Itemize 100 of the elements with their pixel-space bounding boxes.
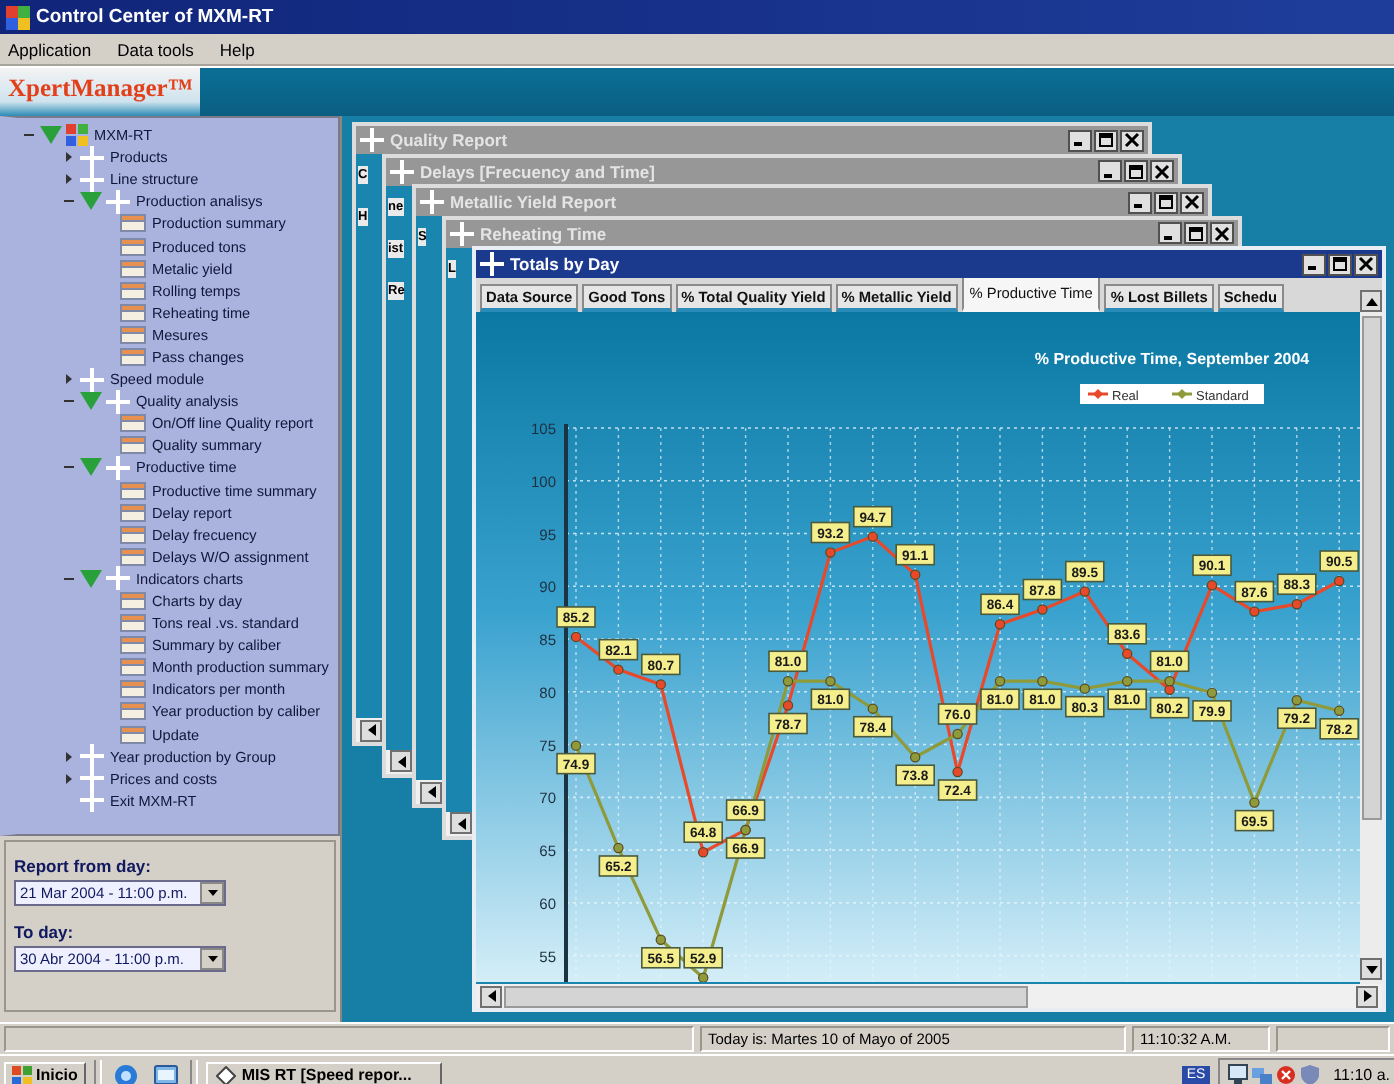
scroll-left-button[interactable] <box>360 719 382 741</box>
close-button[interactable] <box>1120 129 1144 151</box>
window-title: Totals by Day <box>510 254 622 274</box>
arrow-left-icon <box>457 817 465 829</box>
data-point <box>613 842 624 854</box>
monitor-icon[interactable] <box>1227 1064 1248 1084</box>
data-point <box>613 664 624 675</box>
data-point <box>1122 676 1133 687</box>
maximize-icon <box>1158 194 1174 210</box>
close-button[interactable] <box>1150 160 1174 182</box>
data-point <box>1291 695 1302 706</box>
maximize-button[interactable] <box>1124 160 1148 182</box>
cross-icon <box>80 788 104 813</box>
logo: XpertManager™ <box>0 68 200 116</box>
window-icon <box>120 481 146 500</box>
minimize-button[interactable] <box>1158 222 1182 244</box>
window-title: Delays [Frecuency and Time] <box>420 161 657 181</box>
scroll-left-button[interactable] <box>480 985 502 1007</box>
window-title: Quality Report <box>390 130 510 150</box>
scroll-thumb[interactable] <box>1361 316 1381 820</box>
windows-flag-icon <box>12 1065 32 1084</box>
data-point <box>825 676 836 687</box>
taskbar-button[interactable]: MIS RT [Speed repor... <box>205 1061 442 1084</box>
minimize-button[interactable] <box>1128 191 1152 213</box>
data-point <box>1037 676 1048 687</box>
minimize-button[interactable] <box>1302 253 1326 275</box>
scroll-up-button[interactable] <box>1360 290 1382 312</box>
maximize-button[interactable] <box>1154 191 1178 213</box>
window-icon <box>120 614 146 633</box>
menu-item[interactable]: Data tools <box>117 39 194 59</box>
cross-icon <box>80 145 104 170</box>
window-icon <box>120 237 146 256</box>
window-title: Control Center of MXM-RT <box>36 6 274 28</box>
window-icon <box>120 592 146 611</box>
data-point <box>1206 687 1218 699</box>
error-icon[interactable] <box>1275 1064 1296 1084</box>
maximize-icon <box>1188 225 1204 241</box>
window-icon <box>120 503 146 522</box>
data-point <box>1122 648 1133 659</box>
data-point <box>994 619 1006 630</box>
vertical-scrollbar[interactable] <box>1360 312 1382 984</box>
triangle-icon <box>80 458 102 477</box>
arrow-left-icon <box>397 755 405 767</box>
cross-icon <box>106 389 130 414</box>
status-field <box>1276 1026 1390 1052</box>
scroll-left-button[interactable] <box>420 781 442 803</box>
date-label: To day: <box>14 922 76 942</box>
close-button[interactable] <box>1180 191 1204 213</box>
maximize-icon <box>1098 132 1114 148</box>
clock: 11:10 a. <box>1333 1066 1390 1084</box>
window-icon <box>120 414 146 433</box>
cross-icon <box>420 190 444 214</box>
maximize-button[interactable] <box>1184 222 1208 244</box>
window-icon <box>120 347 146 366</box>
data-point <box>698 972 709 982</box>
chart-title: % Productive Time, September 2004 <box>1034 350 1310 368</box>
data-point <box>1037 604 1048 615</box>
data-point <box>570 631 582 643</box>
close-button[interactable] <box>1210 222 1234 244</box>
scroll-left-button[interactable] <box>450 812 472 834</box>
data-point <box>952 766 963 778</box>
maximize-button[interactable] <box>1094 129 1118 151</box>
data-point <box>1206 580 1218 591</box>
data-point <box>825 547 836 558</box>
arrow-left-icon <box>367 724 375 736</box>
maximize-button[interactable] <box>1328 253 1352 275</box>
minimize-button[interactable] <box>1098 160 1122 182</box>
scroll-down-button[interactable] <box>1360 958 1382 980</box>
scroll-thumb[interactable] <box>504 985 1028 1007</box>
data-point <box>782 676 794 687</box>
desktop-icon[interactable] <box>153 1063 178 1084</box>
dropdown-button[interactable] <box>200 882 224 904</box>
scroll-left-button[interactable] <box>390 750 412 772</box>
window-icon <box>120 259 146 278</box>
window-icon <box>120 547 146 566</box>
horizontal-scrollbar[interactable] <box>476 984 1382 1008</box>
caret-icon <box>207 890 217 896</box>
cross-icon <box>106 455 130 480</box>
data-point <box>1334 575 1345 587</box>
minimize-button[interactable] <box>1068 129 1092 151</box>
window-title: Reheating Time <box>480 223 609 243</box>
data-point <box>910 752 921 763</box>
close-button[interactable] <box>1354 253 1378 275</box>
window-icon <box>120 436 146 455</box>
cross-icon <box>390 159 414 183</box>
app-icon <box>6 5 30 29</box>
data-point <box>910 569 921 580</box>
window-icon <box>120 636 146 655</box>
data-point <box>1334 705 1345 716</box>
data-point <box>782 700 794 711</box>
menu-item[interactable]: Application <box>8 39 92 59</box>
dropdown-button[interactable] <box>200 948 224 970</box>
window-icon <box>120 214 146 233</box>
cross-icon <box>80 167 104 192</box>
close-icon <box>1184 194 1200 210</box>
menu-item[interactable]: Help <box>219 39 255 59</box>
start-button[interactable]: Inicio <box>4 1061 86 1084</box>
browser-icon[interactable] <box>113 1063 138 1084</box>
scroll-right-button[interactable] <box>1356 985 1378 1007</box>
maximize-icon <box>1128 163 1144 179</box>
